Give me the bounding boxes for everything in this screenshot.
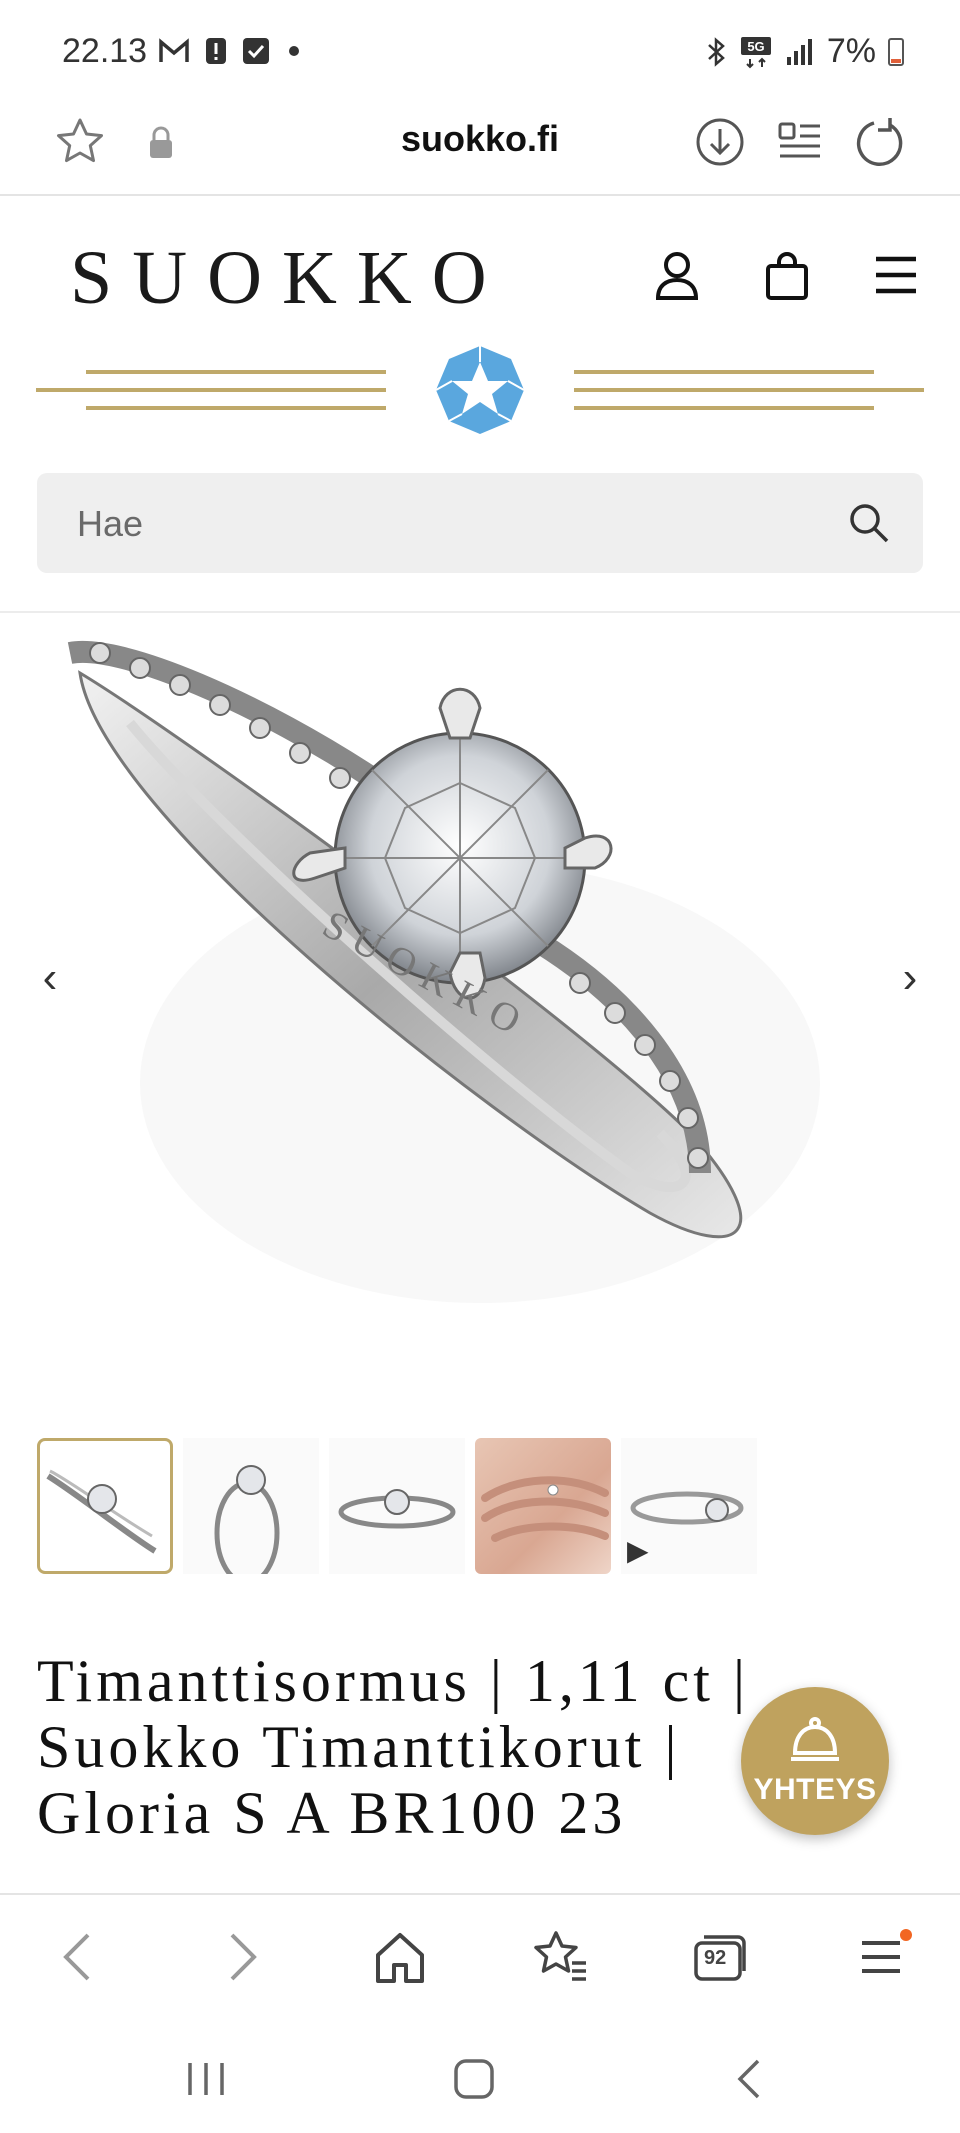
play-icon: ▶ [627,1535,649,1566]
system-home-icon[interactable] [452,2059,496,2099]
system-back-icon[interactable] [728,2059,772,2099]
account-icon[interactable] [654,250,700,302]
status-bar: 22.13 5G 7% [0,0,960,100]
search-icon[interactable] [847,501,891,545]
tab-count: 92 [704,1947,727,1969]
thumbnail-ring-angle[interactable] [37,1438,173,1574]
system-navigation-bar [0,2015,960,2133]
5g-icon: 5G [740,36,771,68]
signal-icon [786,38,812,65]
gmail-icon [159,38,189,62]
reload-icon[interactable] [852,114,908,170]
search-input[interactable] [77,499,837,549]
shopping-bag-icon[interactable] [765,250,809,302]
diamond-emblem-icon [435,346,525,434]
site-logo[interactable]: SUOKKO [70,235,507,322]
search-bar [37,473,923,573]
thumbnail-strip: ▶ [37,1438,757,1574]
browser-address-bar: suokko.fi [0,100,960,196]
home-icon[interactable] [374,1929,426,1985]
product-main-image[interactable]: SUOKKO [60,613,900,1413]
thumbnail-ring-on-hand[interactable] [475,1438,611,1574]
contact-button-label: YHTEYS [753,1773,877,1806]
battery-percent: 7% [826,32,876,70]
thumbnail-ring-side[interactable] [183,1438,319,1574]
download-icon[interactable] [692,114,748,170]
thumbnail-ring-front[interactable] [329,1438,465,1574]
hamburger-menu-icon[interactable] [874,255,918,295]
product-gallery: ‹ › SUOKKO [0,613,960,1413]
service-bell-icon [791,1717,839,1761]
battery-icon [888,37,904,66]
back-icon[interactable] [58,1929,98,1985]
bluetooth-icon [708,36,725,67]
tabs-button[interactable]: 92 [692,1929,750,1990]
alert-icon [206,38,226,64]
recent-apps-icon[interactable] [184,2059,228,2099]
checkbox-icon [243,38,269,64]
contact-button[interactable]: YHTEYS [741,1687,889,1835]
svg-text:5G: 5G [747,39,764,54]
thumbnail-ring-video[interactable]: ▶ [621,1438,757,1574]
status-time: 22.13 [62,32,148,70]
header-ornament [36,346,924,434]
reader-mode-icon[interactable] [772,114,828,170]
dot-icon [289,46,299,56]
product-title: Timanttisormus | 1,11 ct | Suokko Timant… [37,1648,749,1846]
bookmarks-icon[interactable] [532,1929,590,1985]
forward-icon[interactable] [222,1929,262,1985]
browser-bottom-bar: 92 [0,1893,960,2015]
browser-menu-icon[interactable] [856,1929,912,1985]
